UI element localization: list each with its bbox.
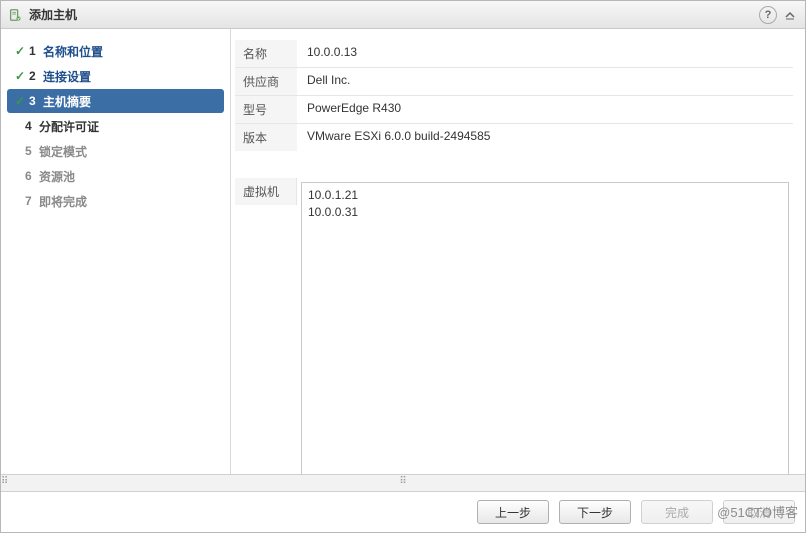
collapse-icon[interactable] <box>781 6 799 24</box>
row-name: 名称 10.0.0.13 <box>235 39 793 67</box>
content-panel: 名称 10.0.0.13 供应商 Dell Inc. 型号 PowerEdge … <box>231 29 805 474</box>
label-vms: 虚拟机 <box>235 178 297 205</box>
value-version: VMware ESXi 6.0.0 build-2494585 <box>297 124 793 151</box>
step-number: 4 <box>25 119 39 133</box>
check-icon: ✓ <box>11 44 29 58</box>
label-name: 名称 <box>235 40 297 67</box>
cancel-button[interactable]: 取消 <box>723 500 795 524</box>
step-ready-to-complete: 7 即将完成 <box>7 189 224 213</box>
value-vendor: Dell Inc. <box>297 68 793 95</box>
next-button[interactable]: 下一步 <box>559 500 631 524</box>
check-icon: ✓ <box>11 69 29 83</box>
check-icon: ✓ <box>11 94 29 108</box>
step-number: 1 <box>29 44 43 58</box>
row-vendor: 供应商 Dell Inc. <box>235 67 793 95</box>
step-label: 分配许可证 <box>39 118 99 135</box>
wizard-steps: ✓ 1 名称和位置 ✓ 2 连接设置 ✓ 3 主机摘要 4 分配许可证 5 锁定… <box>1 29 231 474</box>
step-label: 锁定模式 <box>39 143 87 160</box>
back-button[interactable]: 上一步 <box>477 500 549 524</box>
step-label: 名称和位置 <box>43 43 103 60</box>
step-number: 2 <box>29 69 43 83</box>
step-label: 即将完成 <box>39 193 87 210</box>
horizontal-scrollbar[interactable] <box>1 474 805 492</box>
step-label: 资源池 <box>39 168 75 185</box>
step-lockdown-mode: 5 锁定模式 <box>7 139 224 163</box>
finish-button: 完成 <box>641 500 713 524</box>
host-icon <box>7 7 23 23</box>
step-label: 主机摘要 <box>43 93 91 110</box>
value-name: 10.0.0.13 <box>297 40 793 67</box>
vm-item: 10.0.0.31 <box>308 204 782 221</box>
value-model: PowerEdge R430 <box>297 96 793 123</box>
row-model: 型号 PowerEdge R430 <box>235 95 793 123</box>
step-resource-pool: 6 资源池 <box>7 164 224 188</box>
label-version: 版本 <box>235 124 297 151</box>
footer-buttons: 上一步 下一步 完成 取消 <box>1 492 805 532</box>
row-vms: 虚拟机 10.0.1.21 10.0.0.31 <box>235 177 793 474</box>
step-number: 7 <box>25 194 39 208</box>
add-host-dialog: 添加主机 ? ✓ 1 名称和位置 ✓ 2 连接设置 ✓ 3 主机摘要 <box>0 0 806 533</box>
step-number: 6 <box>25 169 39 183</box>
step-host-summary[interactable]: ✓ 3 主机摘要 <box>7 89 224 113</box>
dialog-body: ✓ 1 名称和位置 ✓ 2 连接设置 ✓ 3 主机摘要 4 分配许可证 5 锁定… <box>1 29 805 474</box>
label-vendor: 供应商 <box>235 68 297 95</box>
dialog-title: 添加主机 <box>29 6 77 23</box>
vm-item: 10.0.1.21 <box>308 187 782 204</box>
titlebar: 添加主机 ? <box>1 1 805 29</box>
label-model: 型号 <box>235 96 297 123</box>
step-number: 5 <box>25 144 39 158</box>
step-label: 连接设置 <box>43 68 91 85</box>
row-version: 版本 VMware ESXi 6.0.0 build-2494585 <box>235 123 793 151</box>
step-name-location[interactable]: ✓ 1 名称和位置 <box>7 39 224 63</box>
help-icon[interactable]: ? <box>759 6 777 24</box>
summary-form: 名称 10.0.0.13 供应商 Dell Inc. 型号 PowerEdge … <box>231 29 805 474</box>
step-number: 3 <box>29 94 43 108</box>
step-assign-license[interactable]: 4 分配许可证 <box>7 114 224 138</box>
vm-list-box[interactable]: 10.0.1.21 10.0.0.31 <box>301 182 789 474</box>
step-connection-settings[interactable]: ✓ 2 连接设置 <box>7 64 224 88</box>
